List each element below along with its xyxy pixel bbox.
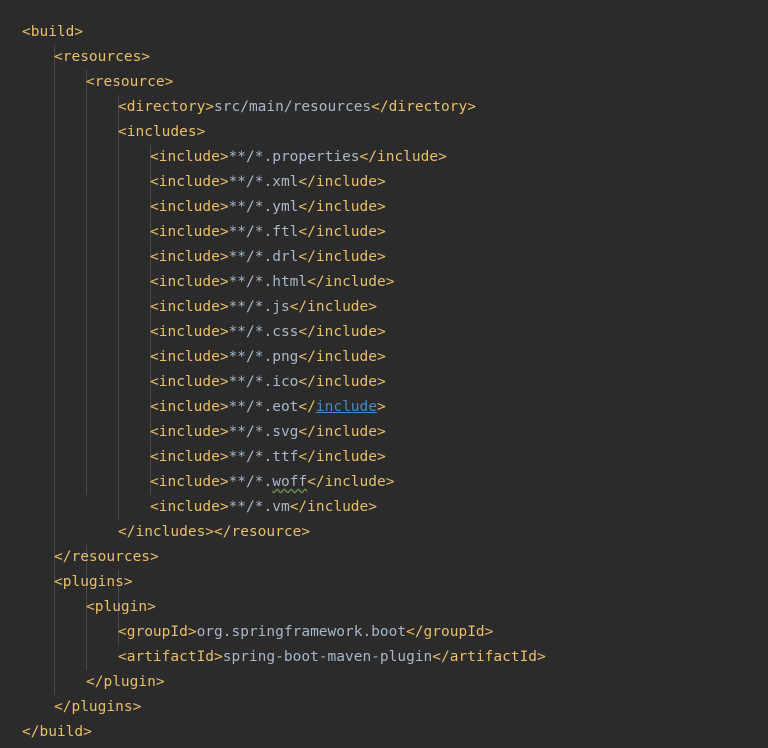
xml-tag: </include> bbox=[298, 349, 386, 365]
code-line[interactable]: <resources> bbox=[0, 45, 768, 70]
xml-tag: <include> bbox=[150, 374, 229, 390]
code-line[interactable]: <include>**/*.js</include> bbox=[0, 295, 768, 320]
code-line[interactable]: <include>**/*.yml</include> bbox=[0, 195, 768, 220]
xml-tag: <artifactId> bbox=[118, 649, 223, 665]
xml-text: spring-boot-maven-plugin bbox=[222, 649, 433, 665]
code-line[interactable]: <include>**/*.ftl</include> bbox=[0, 220, 768, 245]
code-line[interactable]: <resource> bbox=[0, 70, 768, 95]
xml-text: **/*.png bbox=[228, 349, 299, 365]
code-line[interactable]: <include>**/*.eot</include> bbox=[0, 395, 768, 420]
xml-tag: <include> bbox=[150, 424, 229, 440]
code-line[interactable]: <include>**/*.properties</include> bbox=[0, 145, 768, 170]
xml-text: **/*.drl bbox=[228, 249, 299, 265]
xml-tag: </include> bbox=[307, 274, 395, 290]
xml-tag: </ bbox=[298, 399, 316, 415]
xml-text: **/*.xml bbox=[228, 174, 299, 190]
xml-tag-link[interactable]: include bbox=[316, 399, 377, 415]
code-line[interactable]: <include>**/*.ttf</include> bbox=[0, 445, 768, 470]
xml-tag: > bbox=[377, 399, 386, 415]
xml-tag: <include> bbox=[150, 199, 229, 215]
xml-tag: <resource> bbox=[86, 74, 174, 90]
xml-text: **/*.css bbox=[228, 324, 299, 340]
xml-tag: </include> bbox=[298, 224, 386, 240]
spellcheck-typo: woff bbox=[272, 474, 308, 490]
xml-tag: </include> bbox=[298, 324, 386, 340]
xml-tag: <include> bbox=[150, 349, 229, 365]
xml-tag: </include> bbox=[298, 424, 386, 440]
xml-tag: </directory> bbox=[371, 99, 476, 115]
code-line[interactable]: <plugin> bbox=[0, 595, 768, 620]
xml-text: **/*.js bbox=[228, 299, 290, 315]
code-content[interactable]: <build> <resources> <resource> <directory>s… bbox=[0, 20, 768, 745]
xml-tag: </include> bbox=[298, 249, 386, 265]
xml-text: **/*. bbox=[228, 474, 273, 490]
xml-tag: <includes> bbox=[118, 124, 206, 140]
xml-tag: <include> bbox=[150, 249, 229, 265]
xml-text: **/*.ico bbox=[228, 374, 299, 390]
xml-tag: </plugins> bbox=[54, 699, 142, 715]
xml-text: org.springframework.boot bbox=[196, 624, 407, 640]
xml-tag: </artifactId> bbox=[432, 649, 546, 665]
xml-tag: <plugin> bbox=[86, 599, 156, 615]
xml-text: **/*.properties bbox=[228, 149, 360, 165]
code-line[interactable]: <include>**/*.vm</include> bbox=[0, 495, 768, 520]
xml-tag: <groupId> bbox=[118, 624, 197, 640]
xml-tag: <include> bbox=[150, 399, 229, 415]
code-line[interactable]: <plugins> bbox=[0, 570, 768, 595]
code-editor[interactable]: <build> <resources> <resource> <directory>s… bbox=[0, 0, 768, 748]
xml-tag: </resources> bbox=[54, 549, 159, 565]
code-line[interactable]: <includes> bbox=[0, 120, 768, 145]
xml-tag: </include> bbox=[298, 449, 386, 465]
code-line[interactable]: <groupId>org.springframework.boot</group… bbox=[0, 620, 768, 645]
xml-tag: <build> bbox=[22, 24, 84, 40]
code-line[interactable]: <directory>src/main/resources</directory… bbox=[0, 95, 768, 120]
xml-tag: <plugins> bbox=[54, 574, 133, 590]
code-line[interactable]: <artifactId>spring-boot-maven-plugin</ar… bbox=[0, 645, 768, 670]
code-line[interactable]: <include>**/*.drl</include> bbox=[0, 245, 768, 270]
code-line[interactable]: <include>**/*.woff</include> bbox=[0, 470, 768, 495]
xml-tag: <include> bbox=[150, 149, 229, 165]
xml-tag: </include> bbox=[307, 474, 395, 490]
code-line[interactable]: <build> bbox=[0, 20, 768, 45]
xml-tag: <include> bbox=[150, 274, 229, 290]
code-line[interactable]: <include>**/*.png</include> bbox=[0, 345, 768, 370]
code-line[interactable]: <include>**/*.html</include> bbox=[0, 270, 768, 295]
xml-text: src/main/resources bbox=[214, 99, 372, 115]
xml-tag: <include> bbox=[150, 449, 229, 465]
xml-tag: </include> bbox=[298, 174, 386, 190]
xml-text: **/*.yml bbox=[228, 199, 299, 215]
code-line[interactable]: <include>**/*.svg</include> bbox=[0, 420, 768, 445]
xml-tag: <include> bbox=[150, 299, 229, 315]
xml-tag: <resources> bbox=[54, 49, 151, 65]
code-line[interactable]: <include>**/*.css</include> bbox=[0, 320, 768, 345]
xml-tag: <include> bbox=[150, 474, 229, 490]
xml-tag: </include> bbox=[298, 374, 386, 390]
xml-text: **/*.svg bbox=[228, 424, 299, 440]
code-line[interactable]: </plugins> bbox=[0, 695, 768, 720]
code-line[interactable]: </resources> bbox=[0, 545, 768, 570]
xml-tag: </include> bbox=[359, 149, 447, 165]
code-line[interactable]: </build> bbox=[0, 720, 768, 745]
xml-tag: <include> bbox=[150, 174, 229, 190]
xml-tag: </plugin> bbox=[86, 674, 165, 690]
xml-text: **/*.ftl bbox=[228, 224, 299, 240]
code-line[interactable]: </includes></resource> bbox=[0, 520, 768, 545]
xml-text: **/*.vm bbox=[228, 499, 290, 515]
xml-tag: </include> bbox=[298, 199, 386, 215]
xml-tag: <include> bbox=[150, 324, 229, 340]
xml-text: **/*.eot bbox=[228, 399, 299, 415]
xml-tag: </includes></resource> bbox=[118, 524, 311, 540]
xml-tag: <include> bbox=[150, 224, 229, 240]
xml-tag: </include> bbox=[289, 299, 377, 315]
code-line[interactable]: <include>**/*.ico</include> bbox=[0, 370, 768, 395]
code-line[interactable]: </plugin> bbox=[0, 670, 768, 695]
xml-text: **/*.html bbox=[228, 274, 308, 290]
code-line[interactable]: <include>**/*.xml</include> bbox=[0, 170, 768, 195]
xml-tag: </build> bbox=[22, 724, 92, 740]
xml-text: **/*.ttf bbox=[228, 449, 299, 465]
xml-tag: </include> bbox=[289, 499, 377, 515]
xml-tag: <directory> bbox=[118, 99, 215, 115]
xml-tag: </groupId> bbox=[406, 624, 494, 640]
xml-tag: <include> bbox=[150, 499, 229, 515]
